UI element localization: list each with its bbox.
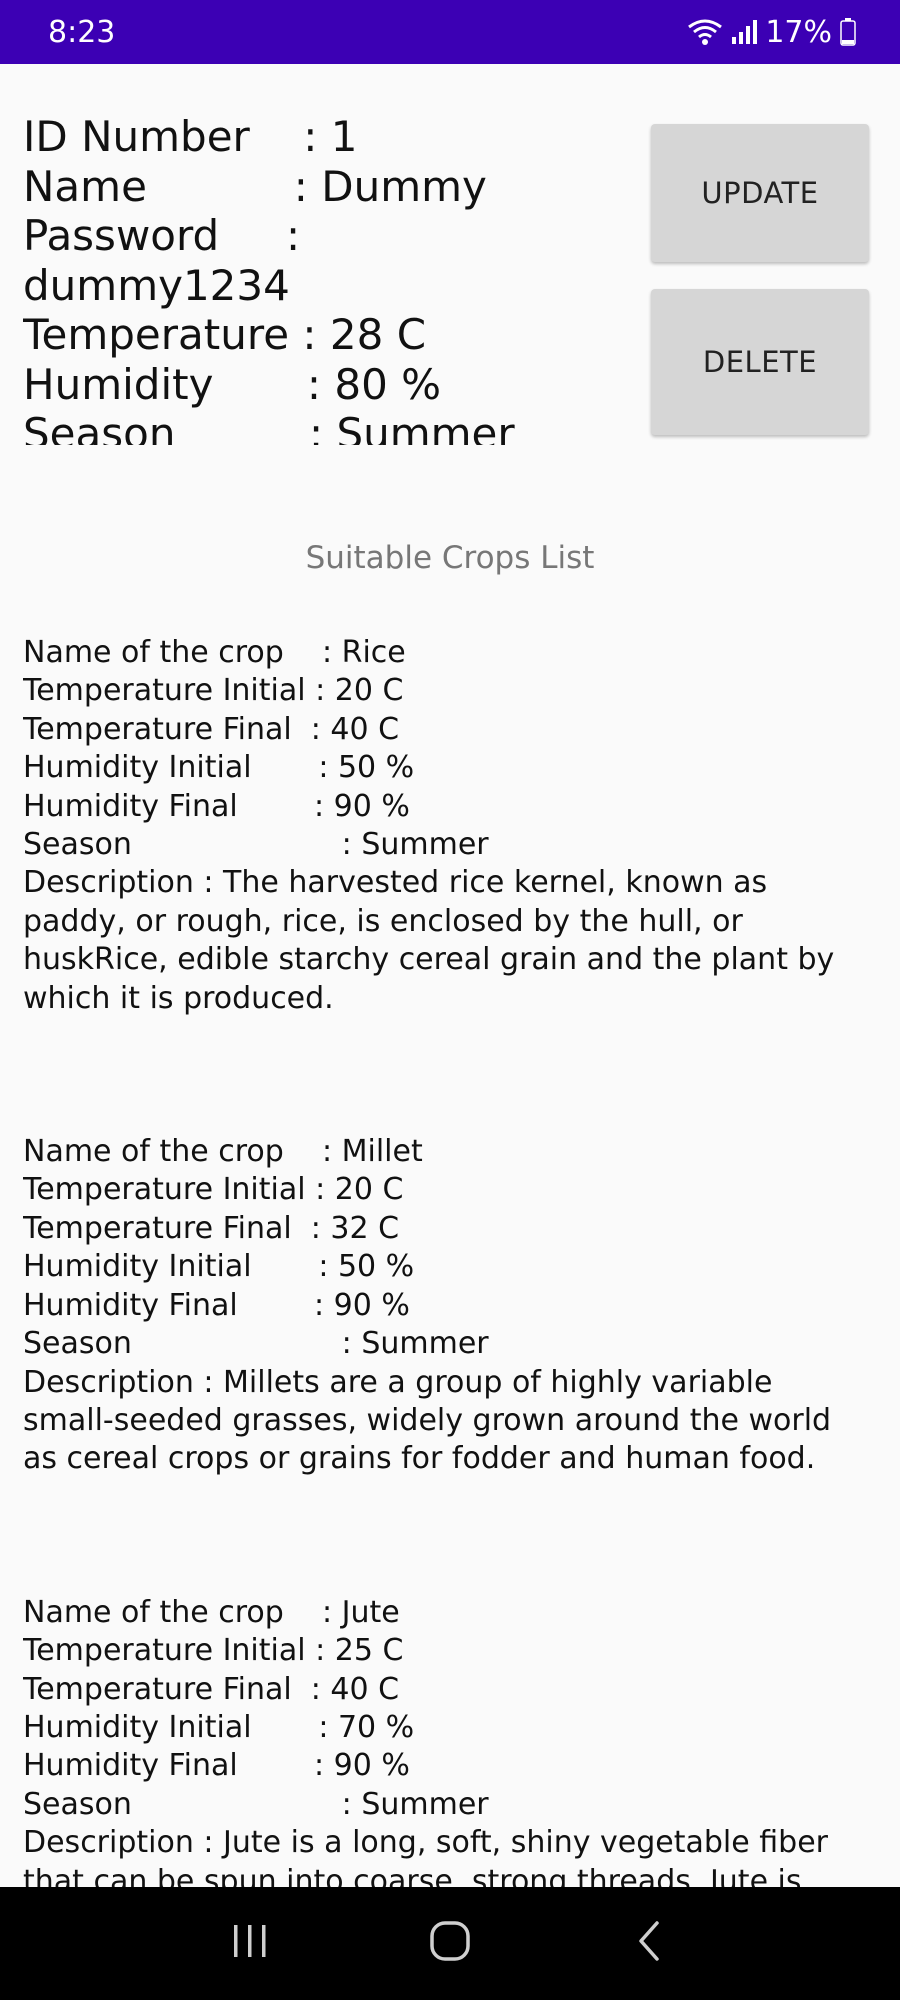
profile-details: ID Number : 1 Name : Dummy Password : du… [23, 112, 623, 445]
wifi-icon [687, 17, 723, 47]
id-value: : 1 [303, 112, 358, 161]
back-icon [635, 1920, 665, 1967]
temperature-label: Temperature [23, 310, 303, 359]
status-icons: 17% [687, 15, 856, 50]
humidity-value: : 80 % [306, 359, 442, 409]
crop-temp-final: Temperature Final : 40 C [23, 711, 400, 747]
name-label: Name [23, 161, 294, 211]
name-value: : Dummy [293, 161, 487, 211]
home-button[interactable] [410, 1914, 490, 1974]
crops-list-title: Suitable Crops List [305, 540, 595, 576]
humidity-label: Humidity [23, 359, 307, 409]
crop-humidity-initial: Humidity Initial : 50 % [23, 1249, 415, 1285]
crop-humidity-initial: Humidity Initial : 50 % [23, 750, 415, 786]
signal-icon [731, 19, 758, 45]
crop-season: Season : Summer [23, 1786, 489, 1822]
update-button[interactable]: UPDATE [651, 124, 869, 262]
battery-icon [840, 18, 856, 46]
temperature-row: Temperature : 28 C [23, 310, 623, 360]
delete-button[interactable]: DELETE [651, 289, 869, 435]
id-label: ID Number [23, 112, 304, 161]
navigation-bar [0, 1887, 900, 2000]
password-colon: : [285, 211, 301, 260]
crop-temp-final: Temperature Final : 32 C [23, 1210, 400, 1246]
password-value: dummy1234 [23, 260, 290, 310]
crop-humidity-final: Humidity Final : 90 % [23, 1287, 410, 1323]
season-label: Season [23, 409, 309, 445]
name-row: Name : Dummy [23, 162, 623, 212]
status-time: 8:23 [48, 14, 116, 50]
temperature-value: : 28 C [302, 310, 427, 359]
password-row: Password : [23, 211, 623, 261]
list-item: Name of the crop : Rice Temperature Init… [23, 634, 853, 1018]
crop-humidity-final: Humidity Final : 90 % [23, 1748, 410, 1784]
season-value: : Summer [308, 409, 515, 445]
season-row: Season : Summer [23, 409, 623, 445]
crop-name: Name of the crop : Jute [23, 1594, 400, 1630]
password-label: Password [23, 211, 286, 260]
list-item: Name of the crop : Millet Temperature In… [23, 1133, 853, 1479]
recents-icon [230, 1923, 270, 1964]
crop-humidity-initial: Humidity Initial : 70 % [23, 1709, 415, 1745]
status-bar: 8:23 17% [0, 0, 900, 64]
crop-name: Name of the crop : Millet [23, 1134, 423, 1170]
crop-temp-initial: Temperature Initial : 25 C [23, 1633, 404, 1669]
recents-button[interactable] [210, 1914, 290, 1974]
crop-season: Season : Summer [23, 1326, 489, 1362]
crop-description: Description : The harvested rice kernel,… [23, 865, 835, 1016]
list-item: Name of the crop : Jute Temperature Init… [23, 1594, 853, 1887]
back-button[interactable] [610, 1914, 690, 1974]
crop-season: Season : Summer [23, 827, 489, 863]
crop-temp-initial: Temperature Initial : 20 C [23, 1172, 404, 1208]
crop-temp-final: Temperature Final : 40 C [23, 1671, 400, 1707]
crop-description: Description : Millets are a group of hig… [23, 1364, 832, 1477]
humidity-row: Humidity : 80 % [23, 360, 623, 410]
id-row: ID Number : 1 [23, 112, 623, 162]
crop-humidity-final: Humidity Final : 90 % [23, 788, 410, 824]
crop-name: Name of the crop : Rice [23, 635, 406, 670]
battery-percent: 17% [765, 14, 832, 50]
crop-description: Description : Jute is a long, soft, shin… [23, 1825, 828, 1887]
crop-temp-initial: Temperature Initial : 20 C [23, 673, 404, 709]
crops-list[interactable]: Name of the crop : Rice Temperature Init… [23, 634, 853, 1887]
home-icon [429, 1920, 471, 1967]
password-value-row: dummy1234 [23, 261, 623, 311]
